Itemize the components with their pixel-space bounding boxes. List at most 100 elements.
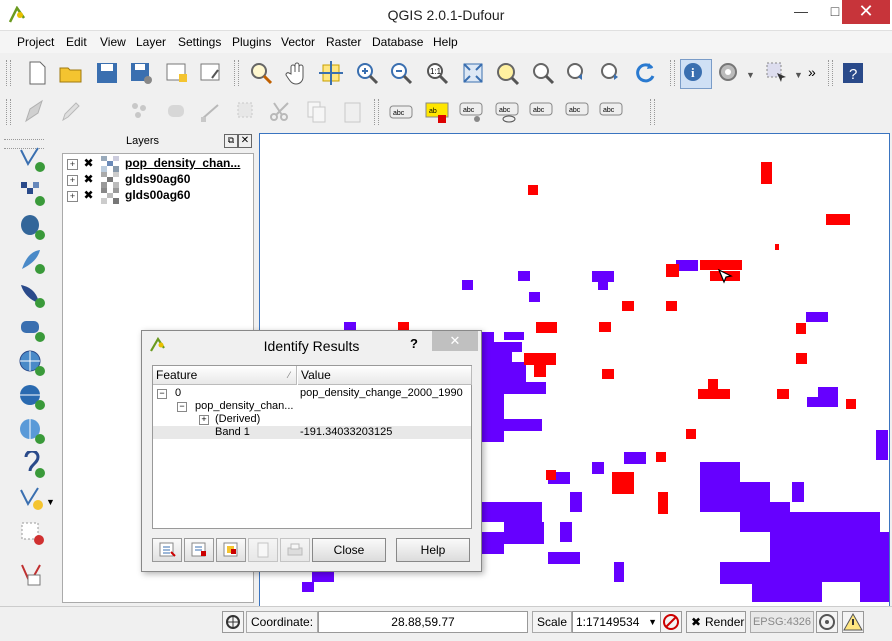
menu-project[interactable]: Project [17, 35, 54, 49]
zoom-to-selection-icon[interactable] [494, 60, 520, 86]
toolbar-grip[interactable] [6, 60, 11, 86]
expand-icon[interactable]: + [199, 415, 209, 425]
tree-row[interactable]: − pop_density_chan... [153, 400, 471, 413]
pan-hand-icon[interactable] [284, 60, 310, 86]
pan-map-to-selection-icon[interactable] [248, 60, 274, 86]
zoom-full-icon[interactable] [460, 60, 486, 86]
layer-item[interactable]: + ✖ pop_density_chan... [67, 156, 251, 172]
menu-settings[interactable]: Settings [178, 35, 221, 49]
paste-features-icon[interactable] [340, 99, 366, 125]
new-shapefile-layer-icon[interactable] [18, 485, 46, 513]
toolbar-overflow-icon[interactable]: » [808, 64, 816, 80]
open-project-icon[interactable] [58, 60, 84, 86]
layer-visibility-checkbox[interactable]: ✖ [83, 173, 94, 185]
zoom-last-icon[interactable] [564, 60, 590, 86]
menu-raster[interactable]: Raster [326, 35, 361, 49]
zoom-to-layer-icon[interactable] [530, 60, 556, 86]
toggle-extents-icon[interactable] [222, 611, 244, 633]
tree-row[interactable]: Band 1 -191.34033203125 [153, 426, 471, 439]
zoom-in-icon[interactable] [354, 60, 380, 86]
label-highlight-icon[interactable]: ab [424, 99, 450, 125]
new-project-icon[interactable] [24, 60, 50, 86]
chevron-down-icon[interactable]: ▼ [46, 497, 55, 507]
select-features-icon[interactable] [764, 60, 790, 86]
move-feature-icon[interactable] [164, 99, 190, 125]
add-raster-layer-icon[interactable] [18, 179, 46, 207]
panel-close-icon[interactable]: ✕ [238, 134, 252, 148]
collapse-icon[interactable]: − [157, 389, 167, 399]
expand-icon[interactable]: + [67, 159, 78, 170]
layer-visibility-checkbox[interactable]: ✖ [83, 157, 94, 169]
action-gear-icon[interactable] [716, 60, 742, 86]
pin-labels-icon[interactable]: abc [458, 99, 484, 125]
chevron-down-icon[interactable]: ▼ [648, 612, 657, 632]
menu-edit[interactable]: Edit [66, 35, 87, 49]
print-icon[interactable] [280, 538, 310, 562]
add-wms-layer-icon[interactable] [18, 349, 46, 377]
toggle-editing-icon[interactable] [22, 99, 48, 125]
zoom-actual-size-icon[interactable]: 1:1 [424, 60, 450, 86]
zoom-out-icon[interactable] [388, 60, 414, 86]
tree-row[interactable]: + (Derived) [153, 413, 471, 426]
column-header-feature[interactable]: Feature ⁄ [153, 366, 297, 385]
pencil-icon[interactable] [58, 99, 84, 125]
menu-vector[interactable]: Vector [281, 35, 315, 49]
layer-visibility-checkbox[interactable]: ✖ [83, 189, 94, 201]
expand-new-results-icon[interactable] [216, 538, 246, 562]
dialog-help-button[interactable]: ? [410, 336, 418, 351]
change-label-icon[interactable]: abc [598, 99, 624, 125]
save-as-icon[interactable] [128, 60, 154, 86]
crs-status-button[interactable]: EPSG:4326 [750, 611, 814, 633]
new-print-composer-icon[interactable] [164, 60, 190, 86]
composer-manager-icon[interactable] [198, 60, 224, 86]
coordinate-field[interactable]: 28.88,59.77 [318, 611, 528, 633]
projection-globe-icon[interactable] [816, 611, 838, 633]
georeferencer-icon[interactable] [18, 561, 46, 589]
layer-item[interactable]: + ✖ glds00ag60 [67, 188, 251, 204]
node-tool-icon[interactable] [198, 99, 224, 125]
save-project-icon[interactable] [94, 60, 120, 86]
collapse-icon[interactable]: − [177, 402, 187, 412]
expand-all-icon[interactable] [152, 538, 182, 562]
expand-icon[interactable]: + [67, 175, 78, 186]
layer-item[interactable]: + ✖ glds90ag60 [67, 172, 251, 188]
toolbar-grip[interactable] [6, 99, 11, 125]
close-button[interactable]: ✕ [842, 0, 890, 24]
add-vector-layer-icon[interactable] [18, 145, 46, 173]
menu-database[interactable]: Database [372, 35, 423, 49]
collapse-all-icon[interactable] [184, 538, 214, 562]
menu-view[interactable]: View [100, 35, 126, 49]
toolbar-grip[interactable] [828, 60, 833, 86]
copy-feature-icon[interactable] [248, 538, 278, 562]
show-hide-labels-icon[interactable]: abc [494, 99, 520, 125]
help-whats-this-icon[interactable]: ? [840, 60, 866, 86]
chevron-down-icon[interactable]: ▼ [794, 70, 803, 80]
add-wcs-layer-icon[interactable] [18, 383, 46, 411]
add-mssql-layer-icon[interactable] [18, 281, 46, 309]
add-feature-icon[interactable] [128, 99, 154, 125]
dialog-close-button[interactable]: ✕ [432, 331, 478, 351]
copy-features-icon[interactable] [304, 99, 330, 125]
menu-layer[interactable]: Layer [136, 35, 166, 49]
refresh-icon[interactable] [632, 60, 658, 86]
add-spatialite-layer-icon[interactable] [18, 247, 46, 275]
scissors-icon[interactable] [268, 99, 294, 125]
tree-row[interactable]: − 0 pop_density_change_2000_1990 [153, 387, 471, 400]
scale-combobox[interactable]: 1:17149534 ▼ [572, 611, 661, 633]
remove-layer-icon[interactable] [18, 519, 46, 547]
zoom-next-icon[interactable] [598, 60, 624, 86]
move-label-icon[interactable]: abc [528, 99, 554, 125]
menu-plugins[interactable]: Plugins [232, 35, 271, 49]
help-button[interactable]: Help [396, 538, 470, 562]
toolbar-grip[interactable] [650, 99, 655, 125]
delete-selected-icon[interactable] [234, 99, 260, 125]
messages-warning-icon[interactable] [842, 611, 864, 633]
undock-icon[interactable]: ⧉ [224, 134, 238, 148]
chevron-down-icon[interactable]: ▼ [746, 70, 755, 80]
render-checkbox[interactable]: ✖ Render [686, 611, 746, 633]
toolbar-grip[interactable] [374, 99, 379, 125]
minimize-button[interactable]: — [784, 0, 818, 24]
pan-to-selection-icon[interactable] [318, 60, 344, 86]
add-delimited-text-layer-icon[interactable] [18, 449, 46, 479]
add-postgis-layer-icon[interactable] [18, 213, 46, 241]
